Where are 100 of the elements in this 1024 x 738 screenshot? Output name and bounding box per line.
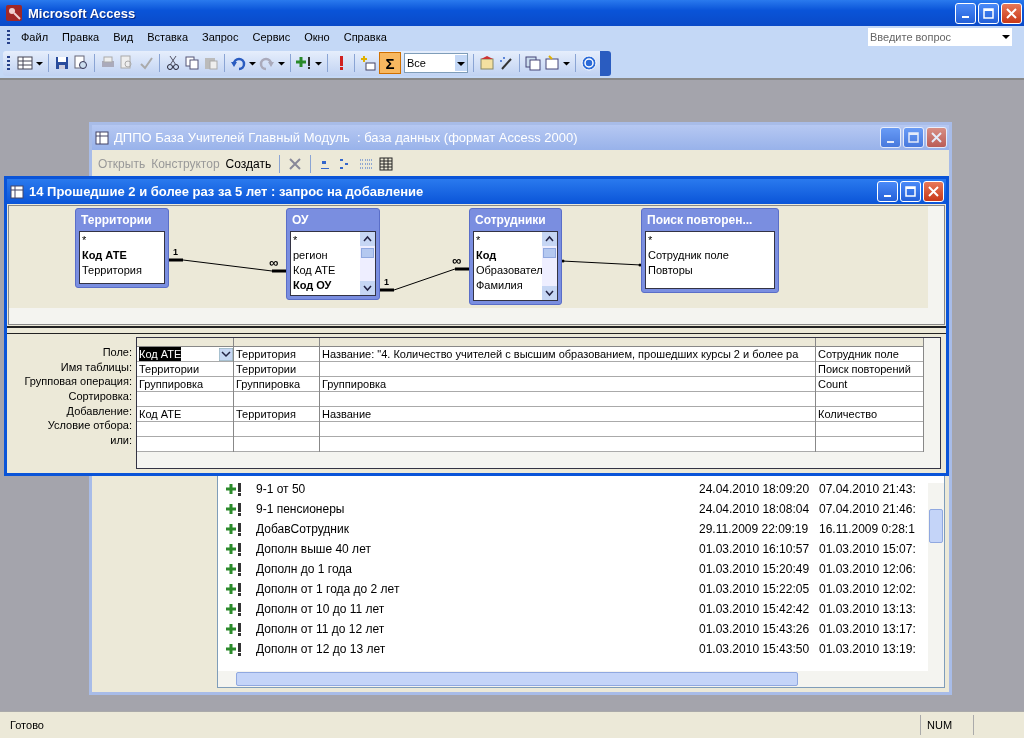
menu-item[interactable]: Правка [55, 27, 107, 47]
scissors-icon[interactable] [165, 55, 181, 71]
dropdown-button[interactable] [219, 347, 233, 361]
vertical-scrollbar[interactable] [542, 232, 557, 300]
grid-cell[interactable]: Код АТЕ [139, 347, 182, 361]
field-name[interactable]: Повторы [648, 263, 772, 278]
save-icon[interactable] [54, 55, 70, 71]
field-name[interactable]: Код АТЕ [293, 263, 358, 278]
vertical-scrollbar[interactable] [928, 483, 944, 671]
horizontal-scrollbar[interactable] [9, 308, 944, 324]
print-preview-icon[interactable] [73, 55, 89, 71]
vertical-scrollbar[interactable] [924, 338, 940, 452]
delete-icon[interactable] [288, 157, 303, 171]
scroll-up-icon[interactable] [542, 232, 557, 246]
menu-item[interactable]: Справка [336, 27, 394, 47]
field-name[interactable]: Территория [82, 263, 162, 278]
menu-item[interactable]: Окно [297, 27, 337, 47]
details-view-icon[interactable] [379, 157, 394, 171]
grid-cell[interactable]: Count [818, 377, 848, 391]
query-name[interactable]: 9-1 от 50 [256, 482, 699, 496]
show-table-icon[interactable] [360, 55, 376, 71]
menu-item[interactable]: Вид [106, 27, 141, 47]
query-name[interactable]: 9-1 пенсионеры [256, 502, 699, 516]
help-search-field[interactable]: Введите вопрос [868, 28, 1000, 46]
minimize-button[interactable] [877, 181, 898, 202]
vertical-scrollbar[interactable] [928, 206, 944, 308]
minimize-button[interactable] [955, 2, 976, 24]
created-date: 01.03.2010 15:20:49 [699, 562, 811, 576]
table-view-icon[interactable] [17, 55, 33, 71]
field-name[interactable]: * [476, 233, 540, 248]
field-name[interactable]: регион [293, 248, 358, 263]
grid-cell[interactable]: Количество [818, 407, 878, 421]
close-button[interactable] [923, 181, 944, 202]
query-name[interactable]: ДобавСотрудник [256, 522, 699, 536]
maximize-button[interactable] [978, 2, 999, 24]
vertical-scrollbar[interactable] [360, 232, 375, 295]
top-values-combo[interactable]: Все [404, 53, 468, 73]
grid-cell[interactable]: Код АТЕ [139, 407, 182, 421]
field-name[interactable]: Код [476, 248, 540, 263]
grid-cell[interactable]: Название: "4. Количество учителей с высшим образованием, прошедших курсы 2 и более ра [322, 347, 799, 361]
grid-cell[interactable]: Территория [236, 407, 296, 421]
grid-cell[interactable]: Территории [236, 362, 297, 376]
modified-date: 07.04.2010 21:46: [819, 502, 917, 516]
add-query-icon[interactable] [296, 55, 312, 71]
modified-date: 16.11.2009 0:28:1 [819, 522, 916, 536]
maximize-button[interactable] [900, 181, 921, 202]
toolbar-grip[interactable] [7, 56, 10, 70]
copy-icon[interactable] [184, 55, 200, 71]
grid-cell[interactable]: Сотрудник поле [818, 347, 899, 361]
menu-item[interactable]: Файл [14, 27, 56, 47]
query-name[interactable]: Дополн от 10 до 11 лет [256, 602, 699, 616]
grid-cell[interactable]: Группировка [236, 377, 301, 391]
field-name[interactable]: * [648, 233, 772, 248]
field-name[interactable]: Код ОУ [293, 278, 358, 293]
field-name[interactable]: * [82, 233, 162, 248]
scroll-thumb[interactable] [543, 248, 556, 258]
horizontal-scrollbar[interactable] [218, 671, 944, 687]
undo-icon[interactable] [230, 55, 246, 71]
horizontal-scrollbar[interactable] [137, 452, 940, 468]
field-name[interactable]: Образовател [476, 263, 540, 278]
grid-cell[interactable]: Название [322, 407, 372, 421]
grid-cell[interactable]: Группировка [322, 377, 387, 391]
properties-icon[interactable] [479, 55, 495, 71]
scroll-down-icon[interactable] [360, 281, 375, 295]
query-name[interactable]: Дополн от 11 до 12 лет [256, 622, 699, 636]
grid-cell[interactable]: Поиск повторений [818, 362, 911, 376]
toolbar-options-button[interactable] [600, 50, 611, 76]
spell-check-icon[interactable] [138, 55, 154, 71]
menu-item[interactable]: Сервис [245, 27, 298, 47]
menu-item[interactable]: Запрос [195, 27, 246, 47]
field-name[interactable]: Код АТЕ [82, 248, 162, 263]
table-name: ОУ [291, 212, 310, 229]
pane-splitter[interactable] [7, 326, 946, 334]
database-window-icon[interactable] [525, 55, 541, 71]
scroll-down-icon[interactable] [542, 286, 557, 300]
scroll-up-icon[interactable] [360, 232, 375, 246]
append-query-icon [226, 542, 242, 556]
toolbar-button[interactable]: Создать [225, 157, 272, 171]
column-selector[interactable] [816, 338, 923, 347]
scroll-thumb[interactable] [361, 248, 374, 258]
query-name[interactable]: Дополн от 1 года до 2 лет [256, 582, 699, 596]
query-name[interactable]: Дополн выше 40 лет [256, 542, 699, 556]
created-date: 24.04.2010 18:08:04 [699, 502, 811, 516]
query-name[interactable]: Дополн от 12 до 13 лет [256, 642, 699, 656]
field-name[interactable]: * [293, 233, 358, 248]
toolbar-grip[interactable] [7, 30, 10, 44]
field-name[interactable]: Фамилия [476, 278, 540, 293]
help-icon[interactable] [581, 55, 597, 71]
close-icon [931, 132, 942, 143]
field-name[interactable]: Сотрудник поле [648, 248, 772, 263]
menu-item[interactable]: Вставка [140, 27, 195, 47]
created-date: 29.11.2009 22:09:19 [699, 522, 810, 536]
query-name[interactable]: Дополн до 1 года [256, 562, 699, 576]
row-label: Поле: [101, 345, 132, 360]
grid-cell[interactable]: Группировка [139, 377, 204, 391]
totals-button[interactable]: Σ [379, 52, 401, 74]
grid-cell[interactable]: Территории [139, 362, 200, 376]
wand-icon[interactable] [498, 55, 514, 71]
close-button[interactable] [1001, 2, 1022, 24]
grid-cell[interactable]: Территория [236, 347, 296, 361]
